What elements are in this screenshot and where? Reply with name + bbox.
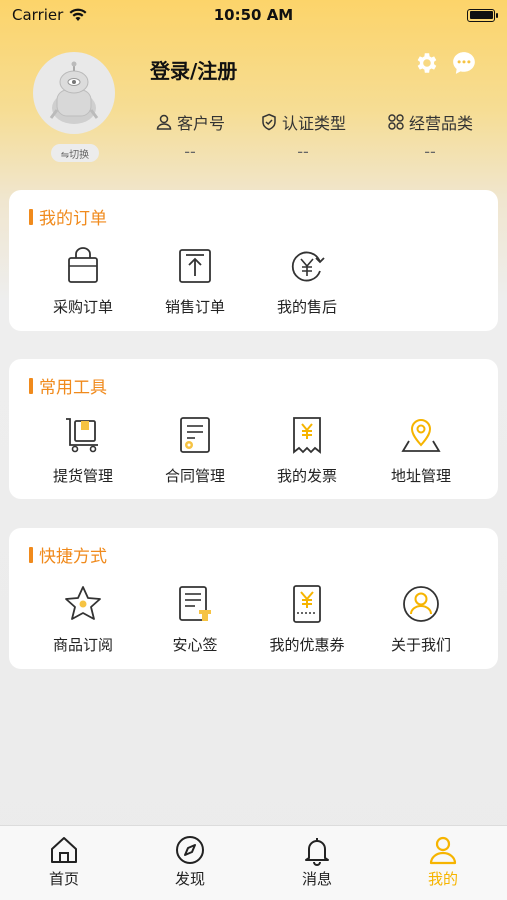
- orders-card: 我的订单 采购订单 销售订单 我的售后: [9, 190, 498, 331]
- shopping-bag-icon: [68, 247, 98, 283]
- item-label: 地址管理: [390, 467, 451, 485]
- item-label: 我的发票: [276, 467, 337, 485]
- stat-value: --: [297, 142, 309, 161]
- shortcuts-card: 快捷方式 商品订阅 安心签 我的优惠券 关于我们: [9, 528, 498, 669]
- compass-icon: [176, 836, 204, 864]
- carrier-label: Carrier: [12, 6, 64, 24]
- shield-check-icon: [262, 113, 276, 131]
- shortcuts-card-title: 快捷方式: [39, 542, 107, 567]
- gear-icon[interactable]: [413, 50, 439, 76]
- tab-label: 首页: [48, 870, 79, 888]
- status-bar: Carrier 10:50 AM: [0, 0, 507, 30]
- sales-orders-button[interactable]: 销售订单: [139, 246, 251, 326]
- stat-label: 认证类型: [281, 114, 346, 133]
- item-label: 安心签: [172, 636, 218, 654]
- stat-value: --: [424, 142, 436, 161]
- robot-avatar-icon: [49, 61, 99, 124]
- address-management-button[interactable]: 地址管理: [365, 415, 477, 495]
- bell-icon: [305, 838, 329, 866]
- stat-business-category[interactable]: 经营品类 --: [370, 110, 490, 161]
- user-icon: [156, 114, 172, 130]
- tools-card-title: 常用工具: [39, 373, 107, 398]
- item-label: 我的售后: [276, 298, 337, 316]
- login-register-link[interactable]: 登录/注册: [150, 55, 237, 84]
- coupon-yen-icon: [293, 585, 321, 623]
- star-icon: [65, 586, 101, 620]
- item-label: 提货管理: [52, 467, 113, 485]
- stat-customer-number[interactable]: 客户号 --: [130, 110, 250, 161]
- my-coupons-button[interactable]: 我的优惠券: [251, 584, 363, 664]
- battery-icon: [467, 8, 498, 22]
- product-subscription-button[interactable]: 商品订阅: [27, 584, 139, 664]
- tab-home[interactable]: 首页: [14, 834, 114, 889]
- item-label: 合同管理: [164, 467, 225, 485]
- stat-label: 客户号: [176, 114, 225, 133]
- switch-label: ⇋切换: [60, 149, 90, 161]
- status-left: Carrier: [12, 6, 87, 24]
- upload-box-icon: [179, 249, 211, 283]
- tab-mine[interactable]: 我的: [393, 834, 493, 889]
- about-us-button[interactable]: 关于我们: [365, 584, 477, 664]
- refund-yen-icon: [291, 251, 325, 282]
- purchase-orders-button[interactable]: 采购订单: [27, 246, 139, 326]
- tab-bar: 首页 发现 消息 我的: [0, 825, 507, 900]
- tab-label: 发现: [174, 870, 205, 888]
- shortcuts-items: 商品订阅 安心签 我的优惠券 关于我们: [9, 584, 498, 664]
- item-label: 采购订单: [52, 298, 113, 316]
- tab-messages[interactable]: 消息: [267, 834, 367, 889]
- stat-certification-type[interactable]: 认证类型 --: [250, 110, 356, 161]
- contract-icon: [180, 417, 210, 453]
- anxin-sign-button[interactable]: 安心签: [139, 584, 251, 664]
- profile-stats: 客户号 -- 认证类型 -- 经营品类 --: [130, 110, 490, 161]
- contract-management-button[interactable]: 合同管理: [139, 415, 251, 495]
- item-label: 商品订阅: [52, 636, 113, 654]
- switch-account-button[interactable]: ⇋切换: [51, 144, 99, 162]
- tab-label: 消息: [301, 870, 332, 888]
- after-sales-button[interactable]: 我的售后: [251, 246, 363, 326]
- avatar[interactable]: [33, 52, 115, 134]
- message-bubble-icon[interactable]: [451, 50, 477, 76]
- tab-label: 我的: [427, 870, 458, 888]
- stat-label: 经营品类: [408, 114, 473, 133]
- orders-card-title: 我的订单: [39, 204, 107, 229]
- my-invoices-button[interactable]: 我的发票: [251, 415, 363, 495]
- grid-icon: [388, 114, 404, 130]
- item-label: 我的优惠券: [269, 636, 345, 654]
- wifi-icon: [69, 8, 87, 21]
- stat-value: --: [184, 142, 196, 161]
- map-pin-icon: [401, 419, 441, 452]
- invoice-yen-icon: [293, 417, 321, 454]
- tools-card: 常用工具 提货管理 合同管理 我的发票 地址管理: [9, 359, 498, 499]
- orders-items: 采购订单 销售订单 我的售后: [9, 246, 498, 326]
- item-label: 销售订单: [164, 298, 225, 316]
- tab-discover[interactable]: 发现: [140, 834, 240, 889]
- sign-document-icon: [179, 586, 211, 621]
- profile-icon: [429, 836, 457, 865]
- pickup-management-button[interactable]: 提货管理: [27, 415, 139, 495]
- about-user-icon: [403, 586, 439, 622]
- item-label: 关于我们: [390, 636, 451, 654]
- home-icon: [51, 837, 77, 863]
- tools-items: 提货管理 合同管理 我的发票 地址管理: [9, 415, 498, 495]
- cart-box-icon: [66, 418, 98, 453]
